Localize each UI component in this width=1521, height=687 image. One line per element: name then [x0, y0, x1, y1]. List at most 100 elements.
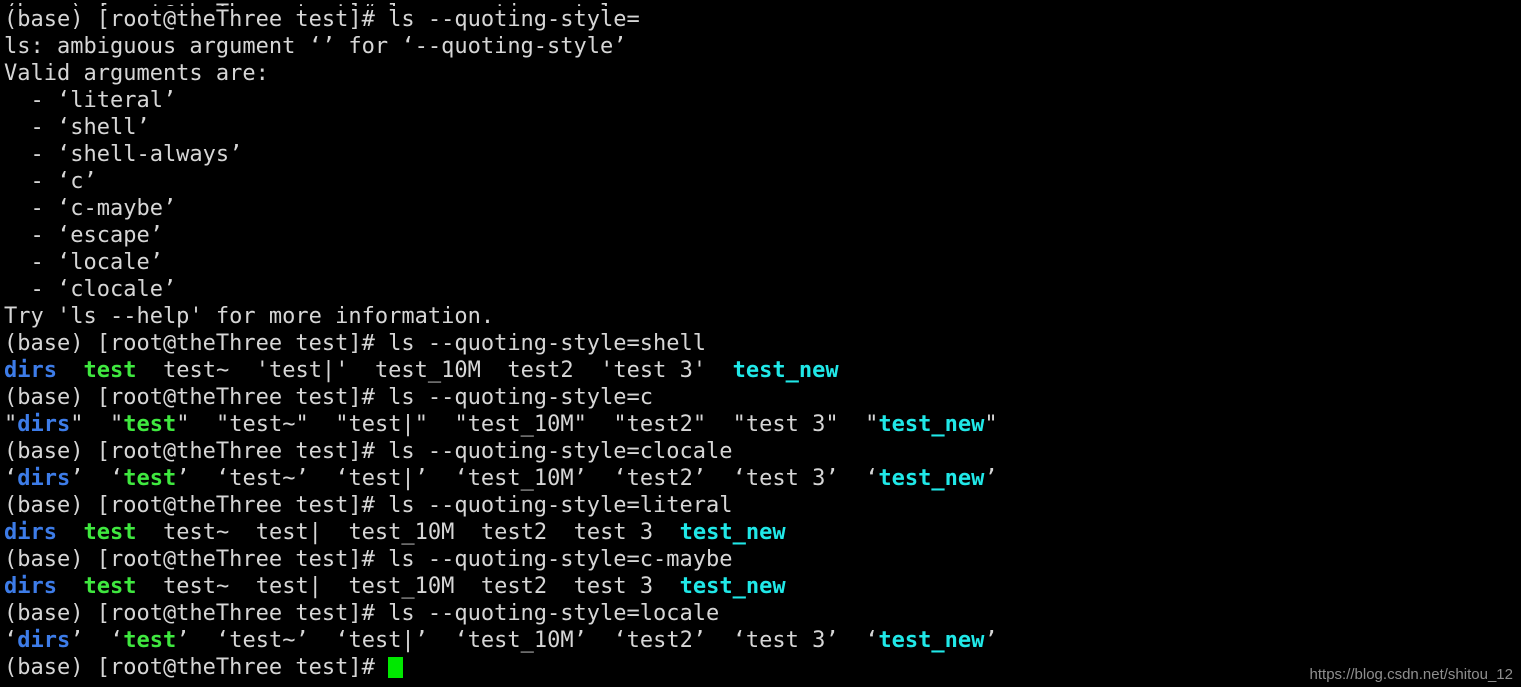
file-entry: test 3	[745, 466, 826, 491]
file-entry: test 3	[573, 574, 654, 599]
quote-mark: ‘	[109, 628, 124, 653]
entry-gap	[189, 412, 216, 437]
terminal-window[interactable]: (base) [root@theThree test]# ls --quotin…	[0, 0, 1521, 687]
quote-mark: "	[109, 412, 124, 437]
file-entry: dirs	[4, 574, 57, 599]
quote-mark: ’	[70, 466, 84, 491]
quote-mark: ’	[176, 466, 190, 491]
file-entry: dirs	[17, 466, 71, 491]
file-entry: test~	[229, 628, 296, 653]
command-text: (base) [root@theThree test]# ls --quotin…	[4, 547, 733, 572]
file-entry: test_10M	[467, 466, 574, 491]
command-line-c-maybe: (base) [root@theThree test]# ls --quotin…	[0, 546, 1521, 573]
entry-gap	[57, 520, 84, 545]
valid-argument-locale: - ‘locale’	[0, 249, 1521, 276]
text-cursor	[388, 657, 404, 678]
quote-mark: ’	[295, 628, 309, 653]
clipped-line-text: (base) [root@theThree test]# ls --quotin…	[4, 1, 640, 6]
file-entry: test|	[255, 574, 322, 599]
file-entry: dirs	[17, 412, 71, 437]
valid-argument-text: - ‘clocale’	[4, 277, 177, 302]
valid-argument-shell: - ‘shell’	[0, 114, 1521, 141]
entry-gap	[587, 412, 614, 437]
error-text: ls: ambiguous argument ‘’ for ‘--quoting…	[4, 34, 627, 59]
command-text: (base) [root@theThree test]# ls --quotin…	[4, 493, 733, 518]
valid-argument-escape: - ‘escape’	[0, 222, 1521, 249]
file-entry: test 3	[745, 412, 826, 437]
entry-gap	[428, 628, 455, 653]
quote-mark: ‘	[865, 628, 879, 653]
valid-argument-text: - ‘locale’	[4, 250, 163, 275]
quote-mark: ’	[692, 628, 707, 653]
ls-output-clocale: ‘dirs’ ‘test’ ‘test~’ ‘test|’ ‘test_10M’…	[0, 465, 1521, 492]
quote-mark: "	[984, 412, 998, 437]
file-entry: test_new	[878, 466, 985, 491]
command-line-shell: (base) [root@theThree test]# ls --quotin…	[0, 330, 1521, 357]
try-help-text: Try 'ls --help' for more information.	[4, 304, 495, 329]
entry-gap	[454, 574, 481, 599]
entry-gap	[706, 466, 733, 491]
file-entry: test2	[507, 358, 574, 383]
quote-mark: ‘	[109, 466, 124, 491]
entry-gap	[189, 466, 216, 491]
entry-gap	[229, 520, 256, 545]
quote-mark: ‘	[215, 466, 230, 491]
entry-gap	[706, 358, 733, 383]
valid-argument-text: - ‘shell’	[4, 115, 150, 140]
entry-gap	[454, 520, 481, 545]
command-line-clocale: (base) [root@theThree test]# ls --quotin…	[0, 438, 1521, 465]
quote-mark: ’	[295, 466, 309, 491]
quote-mark: ’	[573, 466, 587, 491]
entry-gap	[839, 628, 866, 653]
ls-output-locale: ‘dirs’ ‘test’ ‘test~’ ‘test|’ ‘test_10M’…	[0, 627, 1521, 654]
entry-gap	[136, 520, 163, 545]
valid-argument-clocale: - ‘clocale’	[0, 276, 1521, 303]
command-text: (base) [root@theThree test]# ls --quotin…	[4, 385, 654, 410]
file-entry: test 3	[573, 520, 654, 545]
entry-gap	[653, 574, 680, 599]
valid-arguments-header: Valid arguments are:	[0, 60, 1521, 87]
valid-argument-text: - ‘shell-always’	[4, 142, 243, 167]
file-entry: test~	[229, 412, 296, 437]
entry-gap	[839, 466, 866, 491]
valid-argument-literal: - ‘literal’	[0, 87, 1521, 114]
prompt-text: (base) [root@theThree test]#	[4, 655, 389, 680]
entry-gap	[83, 628, 110, 653]
valid-argument-shell-always: - ‘shell-always’	[0, 141, 1521, 168]
command-line-bad-arg: (base) [root@theThree test]# ls --quotin…	[0, 6, 1521, 33]
ls-output-shell: dirs test test~ 'test|' test_10M test2 '…	[0, 357, 1521, 384]
quote-mark: ‘	[4, 628, 18, 653]
file-entry: test~	[162, 358, 230, 383]
file-entry: test2	[480, 520, 548, 545]
entry-gap	[57, 358, 84, 383]
file-entry: test	[83, 520, 137, 545]
active-prompt-line[interactable]: (base) [root@theThree test]#	[0, 654, 1521, 681]
file-entry: test2	[626, 466, 693, 491]
entry-gap	[229, 574, 256, 599]
entry-gap	[428, 412, 455, 437]
entry-gap	[136, 358, 163, 383]
entry-gap	[706, 412, 733, 437]
command-text: (base) [root@theThree test]# ls --quotin…	[4, 7, 640, 32]
quote-mark: '	[692, 358, 707, 383]
valid-argument-c: - ‘c’	[0, 168, 1521, 195]
file-entry: test_10M	[467, 628, 574, 653]
entry-gap	[587, 466, 614, 491]
file-entry: test~	[229, 466, 296, 491]
valid-argument-text: - ‘c’	[4, 169, 97, 194]
file-entry: test	[123, 628, 177, 653]
command-line-locale: (base) [root@theThree test]# ls --quotin…	[0, 600, 1521, 627]
quote-mark: ‘	[613, 466, 627, 491]
file-entry: test_new	[679, 520, 786, 545]
watermark: https://blog.csdn.net/shitou_12	[1309, 666, 1513, 683]
quote-mark: ’	[984, 628, 998, 653]
file-entry: test2	[626, 628, 693, 653]
quote-mark: "	[732, 412, 746, 437]
entry-gap	[428, 466, 455, 491]
file-entry: test|	[348, 466, 415, 491]
file-entry: test_new	[732, 358, 839, 383]
entry-gap	[309, 412, 336, 437]
quote-mark: "	[414, 412, 428, 437]
file-entry: test2	[480, 574, 548, 599]
entry-gap	[309, 466, 336, 491]
